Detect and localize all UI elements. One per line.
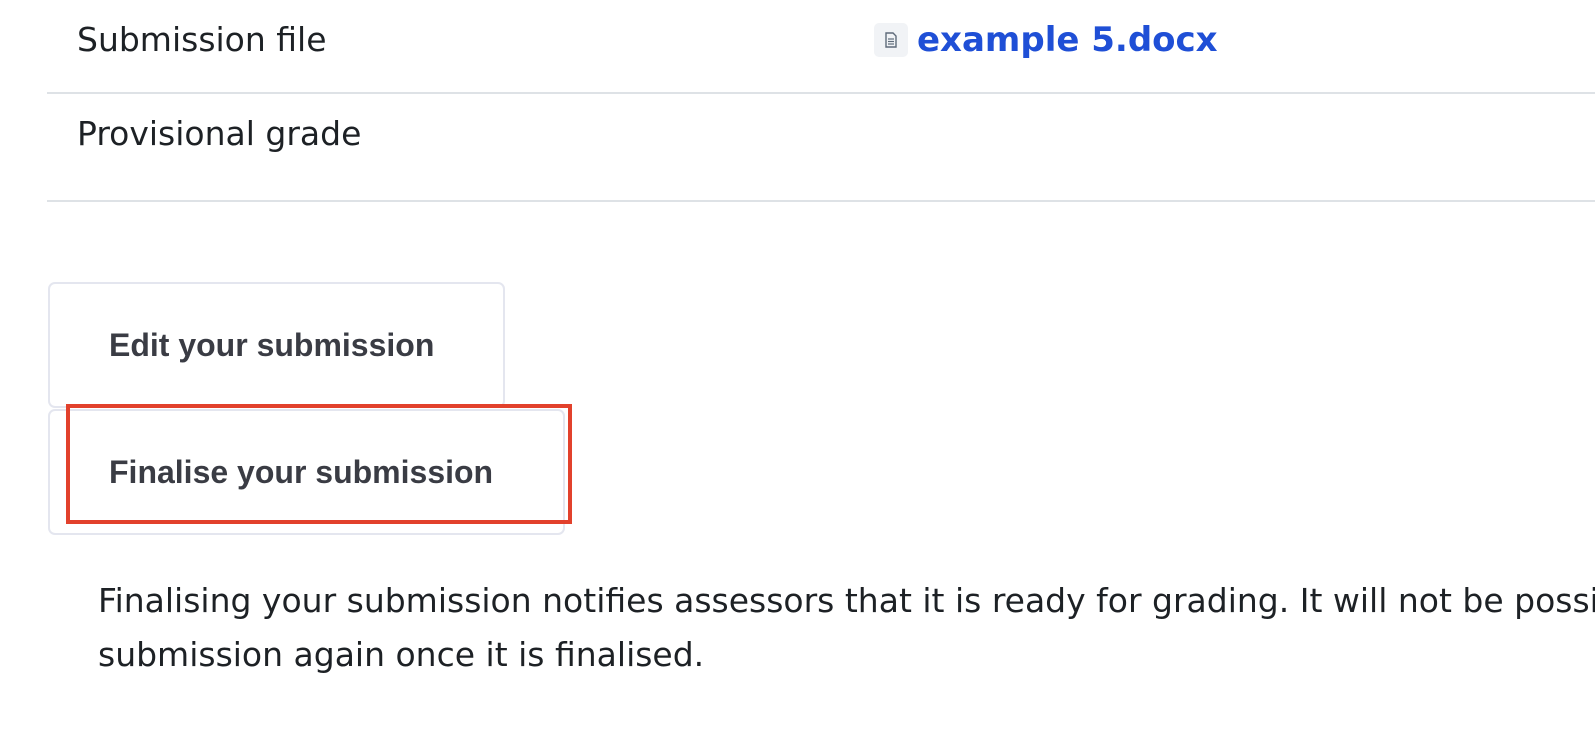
submission-file-value: example 5.docx bbox=[874, 20, 1218, 60]
submission-file-row: Submission file example 5.docx bbox=[47, 0, 1595, 94]
finalise-help-line-1: Finalising your submission notifies asse… bbox=[98, 581, 1595, 620]
submission-file-link[interactable]: example 5.docx bbox=[917, 20, 1218, 60]
finalise-submission-button[interactable]: Finalise your submission bbox=[48, 409, 565, 535]
document-icon bbox=[874, 23, 908, 57]
provisional-grade-label: Provisional grade bbox=[77, 114, 362, 153]
finalise-help-text: Finalising your submission notifies asse… bbox=[98, 574, 1595, 682]
submission-status-table: Submission file example 5.docx Provision… bbox=[47, 0, 1595, 202]
submission-file-label: Submission file bbox=[77, 20, 327, 59]
finalise-help-line-2: submission again once it is finalised. bbox=[98, 635, 705, 674]
assignment-submission-page: Submission file example 5.docx Provision… bbox=[0, 0, 1595, 734]
provisional-grade-row: Provisional grade bbox=[47, 94, 1595, 202]
edit-submission-button[interactable]: Edit your submission bbox=[48, 282, 505, 408]
